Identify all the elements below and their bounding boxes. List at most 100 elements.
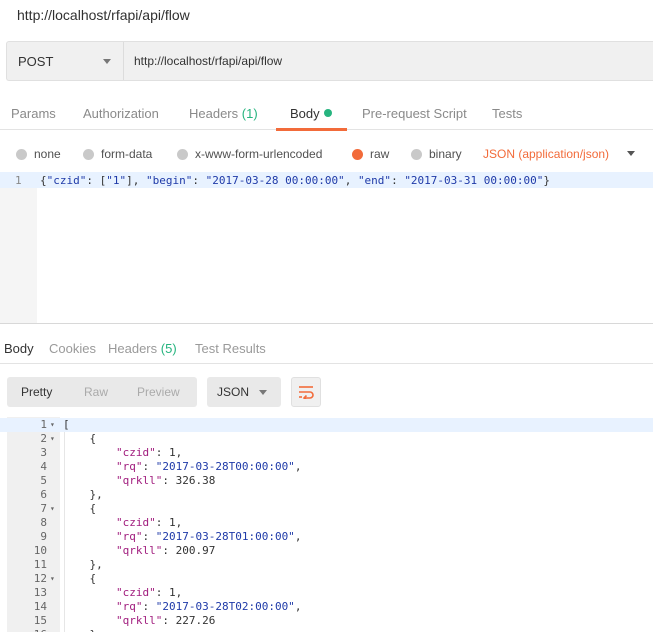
radio-raw[interactable]: raw <box>352 140 389 168</box>
line-number: 4 <box>40 460 47 473</box>
response-line: 5 "qrkll": 326.38 <box>0 474 653 488</box>
tab-headers-label: Headers <box>189 106 239 121</box>
response-tab-headers-label: Headers <box>108 341 158 356</box>
radio-binary-label: binary <box>429 147 462 161</box>
response-line: 10 "qrkll": 200.97 <box>0 544 653 558</box>
response-code: [ <box>63 418 70 431</box>
method-select[interactable]: POST <box>7 42 124 80</box>
raw-button[interactable]: Raw <box>84 377 108 407</box>
content-type-label: JSON (application/json) <box>483 147 610 161</box>
response-code: { <box>63 572 97 585</box>
tab-body-label: Body <box>290 106 320 121</box>
radio-form-data-label: form-data <box>101 147 153 161</box>
radio-none-label: none <box>34 147 61 161</box>
response-code: "rq": "2017-03-28T00:00:00", <box>115 460 302 473</box>
line-number: 5 <box>40 474 47 487</box>
response-line: 12 ▾ { <box>0 572 653 586</box>
response-tab-test-results[interactable]: Test Results <box>195 336 266 364</box>
fold-toggle-icon[interactable]: ▾ <box>50 432 55 446</box>
response-tab-body[interactable]: Body <box>4 336 34 364</box>
line-number: 16 <box>7 628 47 632</box>
tab-prerequest-script[interactable]: Pre-request Script <box>362 98 467 130</box>
response-code: { <box>63 502 97 515</box>
preview-button[interactable]: Preview <box>137 377 180 407</box>
line-number: 11 <box>33 558 47 571</box>
response-line: 15 "qrkll": 227.26 <box>0 614 653 628</box>
radio-urlencoded-label: x-www-form-urlencoded <box>195 147 323 161</box>
fold-toggle-icon[interactable]: ▾ <box>50 418 55 432</box>
url-input[interactable]: http://localhost/rfapi/api/flow <box>124 42 653 80</box>
response-line: 1 ▾ [ <box>0 418 653 432</box>
radio-icon <box>83 148 94 160</box>
view-mode-group: Pretty Raw Preview <box>7 377 197 407</box>
radio-icon <box>177 148 188 160</box>
wrap-lines-button[interactable] <box>291 377 321 407</box>
radio-binary[interactable]: binary <box>411 140 462 168</box>
chevron-down-icon <box>259 390 267 395</box>
line-number: 1 <box>15 174 22 187</box>
fold-toggle-icon[interactable]: ▾ <box>50 572 55 586</box>
response-code: }, <box>63 488 103 501</box>
radio-raw-label: raw <box>370 147 390 161</box>
line-number: 2 <box>40 432 47 445</box>
tab-tests[interactable]: Tests <box>492 98 522 130</box>
format-select[interactable]: JSON <box>207 377 281 407</box>
fold-toggle-icon[interactable]: ▾ <box>50 502 55 516</box>
response-code: "rq": "2017-03-28T02:00:00", <box>115 600 302 613</box>
line-gutter <box>0 172 37 323</box>
line-number: 8 <box>40 516 47 529</box>
response-tab-cookies[interactable]: Cookies <box>49 336 96 364</box>
response-code: "czid": 1, <box>115 446 183 459</box>
method-label: POST <box>18 53 54 69</box>
response-tab-headers-count: (5) <box>160 341 177 356</box>
line-number: 14 <box>33 600 47 613</box>
response-line: 13 "czid": 1, <box>0 586 653 600</box>
response-line: 6 }, <box>0 488 653 502</box>
pretty-button[interactable]: Pretty <box>21 377 52 407</box>
radio-selected-icon <box>352 148 363 160</box>
tab-params[interactable]: Params <box>11 98 56 130</box>
response-line: 11 }, <box>0 558 653 572</box>
active-tab-indicator <box>276 128 347 131</box>
request-body-editor[interactable]: 1 {"czid": ["1"], "begin": "2017-03-28 0… <box>0 172 653 324</box>
response-body-viewer[interactable]: 1 ▾[2 ▾ {3 "czid": 1, 4 "rq": "2017-03-28T0… <box>0 417 653 632</box>
line-number: 13 <box>33 586 47 599</box>
body-mode-selector: none form-data x-www-form-urlencoded raw… <box>0 140 653 168</box>
tab-authorization[interactable]: Authorization <box>83 98 159 130</box>
content-type-select[interactable]: JSON (application/json) <box>483 140 635 168</box>
response-code: "qrkll": 326.38 <box>115 474 216 487</box>
line-number: 12 <box>33 572 47 585</box>
response-line: 9 "rq": "2017-03-28T01:00:00", <box>0 530 653 544</box>
response-line: 14 "rq": "2017-03-28T02:00:00", <box>0 600 653 614</box>
radio-icon <box>16 148 27 160</box>
tab-body[interactable]: Body <box>290 98 332 130</box>
chevron-down-icon <box>103 59 111 64</box>
line-number: 3 <box>40 446 47 459</box>
response-line: 7 ▾ { <box>0 502 653 516</box>
response-code: "qrkll": 200.97 <box>115 544 216 557</box>
tab-headers-count: (1) <box>241 106 258 121</box>
response-code: "czid": 1, <box>115 586 183 599</box>
response-tabs: Body Cookies Headers (5) Test Results <box>0 336 653 364</box>
response-toolbar: Pretty Raw Preview JSON <box>0 376 653 408</box>
tab-headers[interactable]: Headers (1) <box>189 98 258 130</box>
response-code: "qrkll": 227.26 <box>115 614 216 627</box>
radio-urlencoded[interactable]: x-www-form-urlencoded <box>177 140 322 168</box>
response-code: "czid": 1, <box>115 516 183 529</box>
request-tabs: Params Authorization Headers (1) Body Pr… <box>0 98 653 130</box>
line-number: 9 <box>40 530 47 543</box>
response-code: { <box>63 432 97 445</box>
window-title: http://localhost/rfapi/api/flow <box>17 7 190 23</box>
response-line: 2 ▾ { <box>0 432 653 446</box>
response-code: }, <box>63 628 102 632</box>
response-tab-headers[interactable]: Headers (5) <box>108 336 177 364</box>
line-number: 7 <box>40 502 47 515</box>
response-line: 4 "rq": "2017-03-28T00:00:00", <box>0 460 653 474</box>
radio-form-data[interactable]: form-data <box>83 140 152 168</box>
request-body-code: {"czid": ["1"], "begin": "2017-03-28 00:… <box>40 174 551 187</box>
modified-dot-icon <box>323 109 332 117</box>
line-number: 15 <box>33 614 47 627</box>
radio-none[interactable]: none <box>16 140 61 168</box>
response-line: 8 "czid": 1, <box>0 516 653 530</box>
line-number: 1 <box>40 418 47 431</box>
